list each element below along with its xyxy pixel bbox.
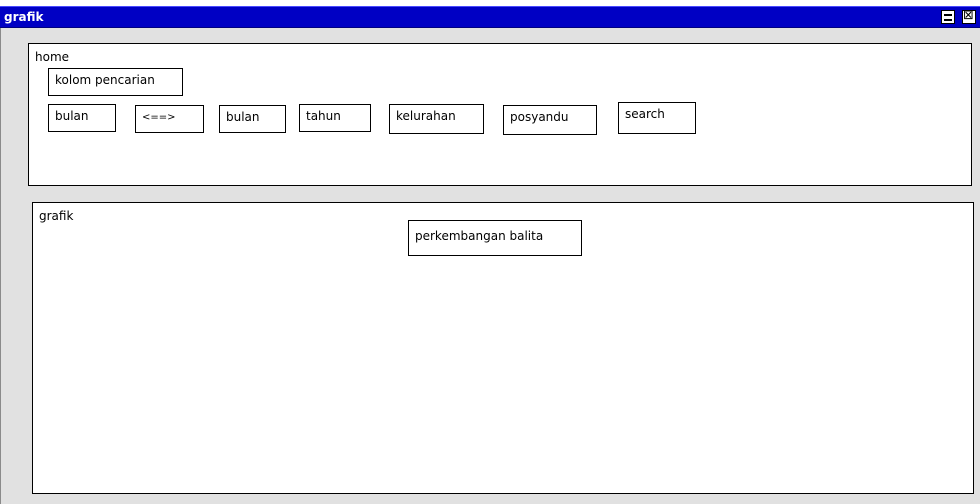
year-field[interactable]: tahun — [299, 104, 371, 132]
range-separator: <==> — [142, 112, 176, 123]
kelurahan-field[interactable]: kelurahan — [389, 104, 484, 134]
window-title: grafik — [4, 10, 44, 24]
year-label: tahun — [306, 109, 341, 123]
close-icon[interactable]: ⊠ — [962, 8, 976, 24]
search-label-box: kolom pencarian — [48, 68, 183, 96]
grafik-panel: grafik perkembangan balita — [32, 202, 974, 494]
home-panel: home kolom pencarian bulan <==> bulan ta… — [28, 43, 972, 186]
search-label: kolom pencarian — [55, 73, 155, 87]
chart-title: perkembangan balita — [415, 229, 544, 243]
month-start-label: bulan — [55, 109, 89, 123]
search-button[interactable]: search — [618, 102, 696, 134]
posyandu-label: posyandu — [510, 110, 569, 124]
home-label: home — [35, 50, 70, 64]
kelurahan-label: kelurahan — [396, 109, 456, 123]
month-end-field[interactable]: bulan — [219, 105, 286, 133]
range-separator-box: <==> — [135, 105, 204, 133]
maximize-icon[interactable] — [941, 10, 955, 24]
search-button-label: search — [625, 107, 665, 121]
title-bar: grafik ⊠ — [0, 6, 980, 28]
month-end-label: bulan — [226, 110, 260, 124]
month-start-field[interactable]: bulan — [48, 104, 116, 132]
chart-title-box: perkembangan balita — [408, 220, 582, 256]
posyandu-field[interactable]: posyandu — [503, 105, 597, 135]
grafik-label: grafik — [39, 209, 74, 223]
